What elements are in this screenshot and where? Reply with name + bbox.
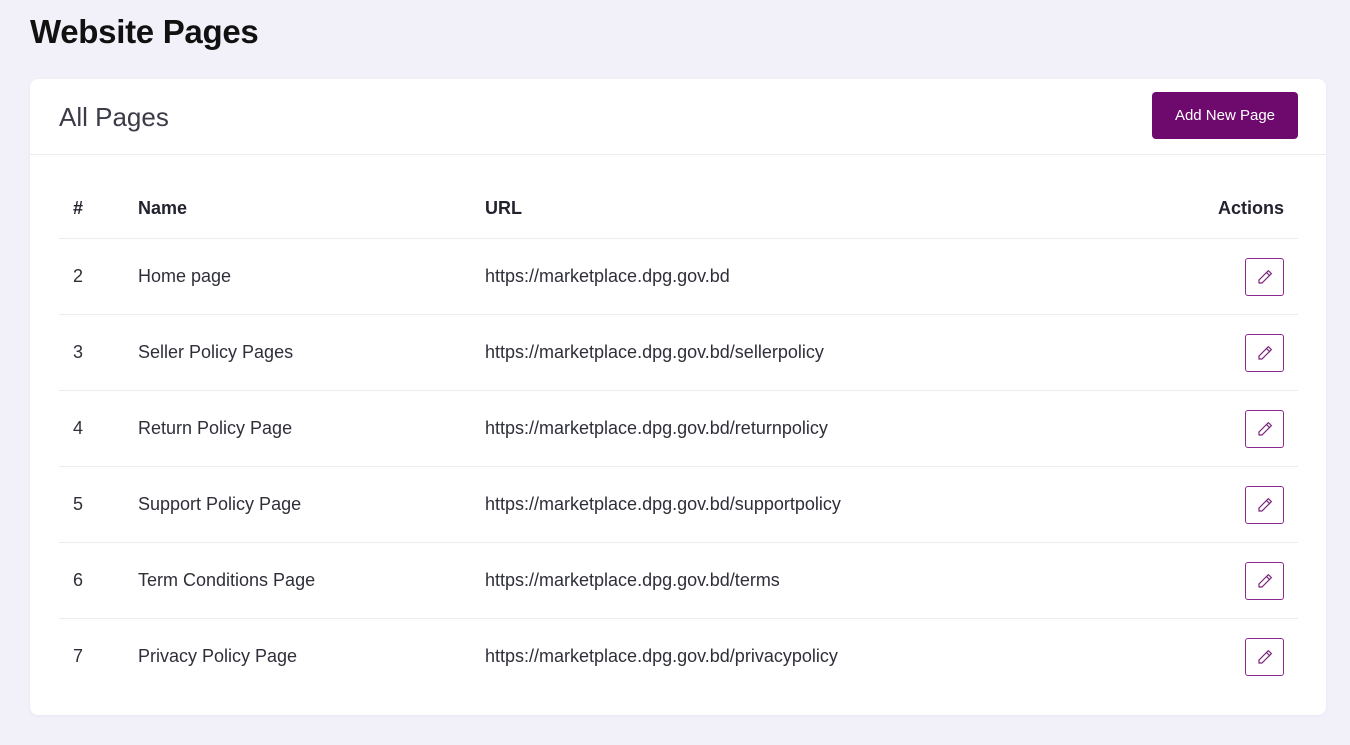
row-number: 4 [59, 390, 138, 467]
row-url: https://marketplace.dpg.gov.bd/terms [485, 542, 1178, 619]
row-url: https://marketplace.dpg.gov.bd/supportpo… [485, 466, 1178, 543]
edit-button[interactable] [1245, 561, 1284, 600]
edit-button[interactable] [1245, 409, 1284, 448]
column-header-name: Name [138, 178, 485, 239]
row-actions [1178, 238, 1298, 315]
pages-table-wrapper: # Name URL Actions 2 Home page https://m… [59, 178, 1298, 694]
pencil-icon [1256, 420, 1274, 438]
table-row: 3 Seller Policy Pages https://marketplac… [59, 314, 1298, 391]
table-row: 7 Privacy Policy Page https://marketplac… [59, 619, 1298, 695]
row-url: https://marketplace.dpg.gov.bd/returnpol… [485, 390, 1178, 467]
edit-button[interactable] [1245, 333, 1284, 372]
row-name: Return Policy Page [138, 390, 485, 467]
row-name: Term Conditions Page [138, 542, 485, 619]
row-number: 5 [59, 466, 138, 543]
row-number: 2 [59, 238, 138, 315]
row-url: https://marketplace.dpg.gov.bd [485, 238, 1178, 315]
column-header-number: # [59, 178, 138, 239]
row-name: Support Policy Page [138, 466, 485, 543]
card-title: All Pages [59, 102, 169, 132]
card-header: All Pages Add New Page [30, 79, 1326, 155]
pencil-icon [1256, 344, 1274, 362]
pages-table: # Name URL Actions 2 Home page https://m… [59, 178, 1298, 694]
pencil-icon [1256, 268, 1274, 286]
table-row: 4 Return Policy Page https://marketplace… [59, 390, 1298, 467]
row-name: Privacy Policy Page [138, 646, 298, 666]
row-url: https://marketplace.dpg.gov.bd/privacypo… [485, 646, 838, 666]
row-actions [1178, 390, 1298, 467]
pencil-icon [1256, 572, 1274, 590]
edit-button[interactable] [1245, 637, 1284, 676]
row-actions [1178, 314, 1298, 391]
row-name: Seller Policy Pages [138, 314, 485, 391]
row-number: 6 [59, 542, 138, 619]
row-actions [1178, 542, 1298, 619]
pencil-icon [1256, 648, 1274, 666]
add-new-page-button[interactable]: Add New Page [1152, 92, 1298, 139]
edit-button[interactable] [1245, 257, 1284, 296]
all-pages-card: All Pages Add New Page # Name URL Action… [30, 79, 1326, 715]
page-title: Website Pages [30, 13, 259, 50]
table-header-row: # Name URL Actions [59, 178, 1298, 239]
row-number: 3 [59, 314, 138, 391]
row-number: 7 [73, 646, 84, 666]
row-actions [1178, 619, 1298, 695]
edit-button[interactable] [1245, 485, 1284, 524]
table-row: 2 Home page https://marketplace.dpg.gov.… [59, 238, 1298, 315]
table-row: 6 Term Conditions Page https://marketpla… [59, 542, 1298, 619]
column-header-actions: Actions [1178, 178, 1298, 239]
column-header-url: URL [485, 178, 1178, 239]
pencil-icon [1256, 496, 1274, 514]
row-url: https://marketplace.dpg.gov.bd/sellerpol… [485, 314, 1178, 391]
table-row: 5 Support Policy Page https://marketplac… [59, 466, 1298, 543]
row-actions [1178, 466, 1298, 543]
row-name: Home page [138, 238, 485, 315]
